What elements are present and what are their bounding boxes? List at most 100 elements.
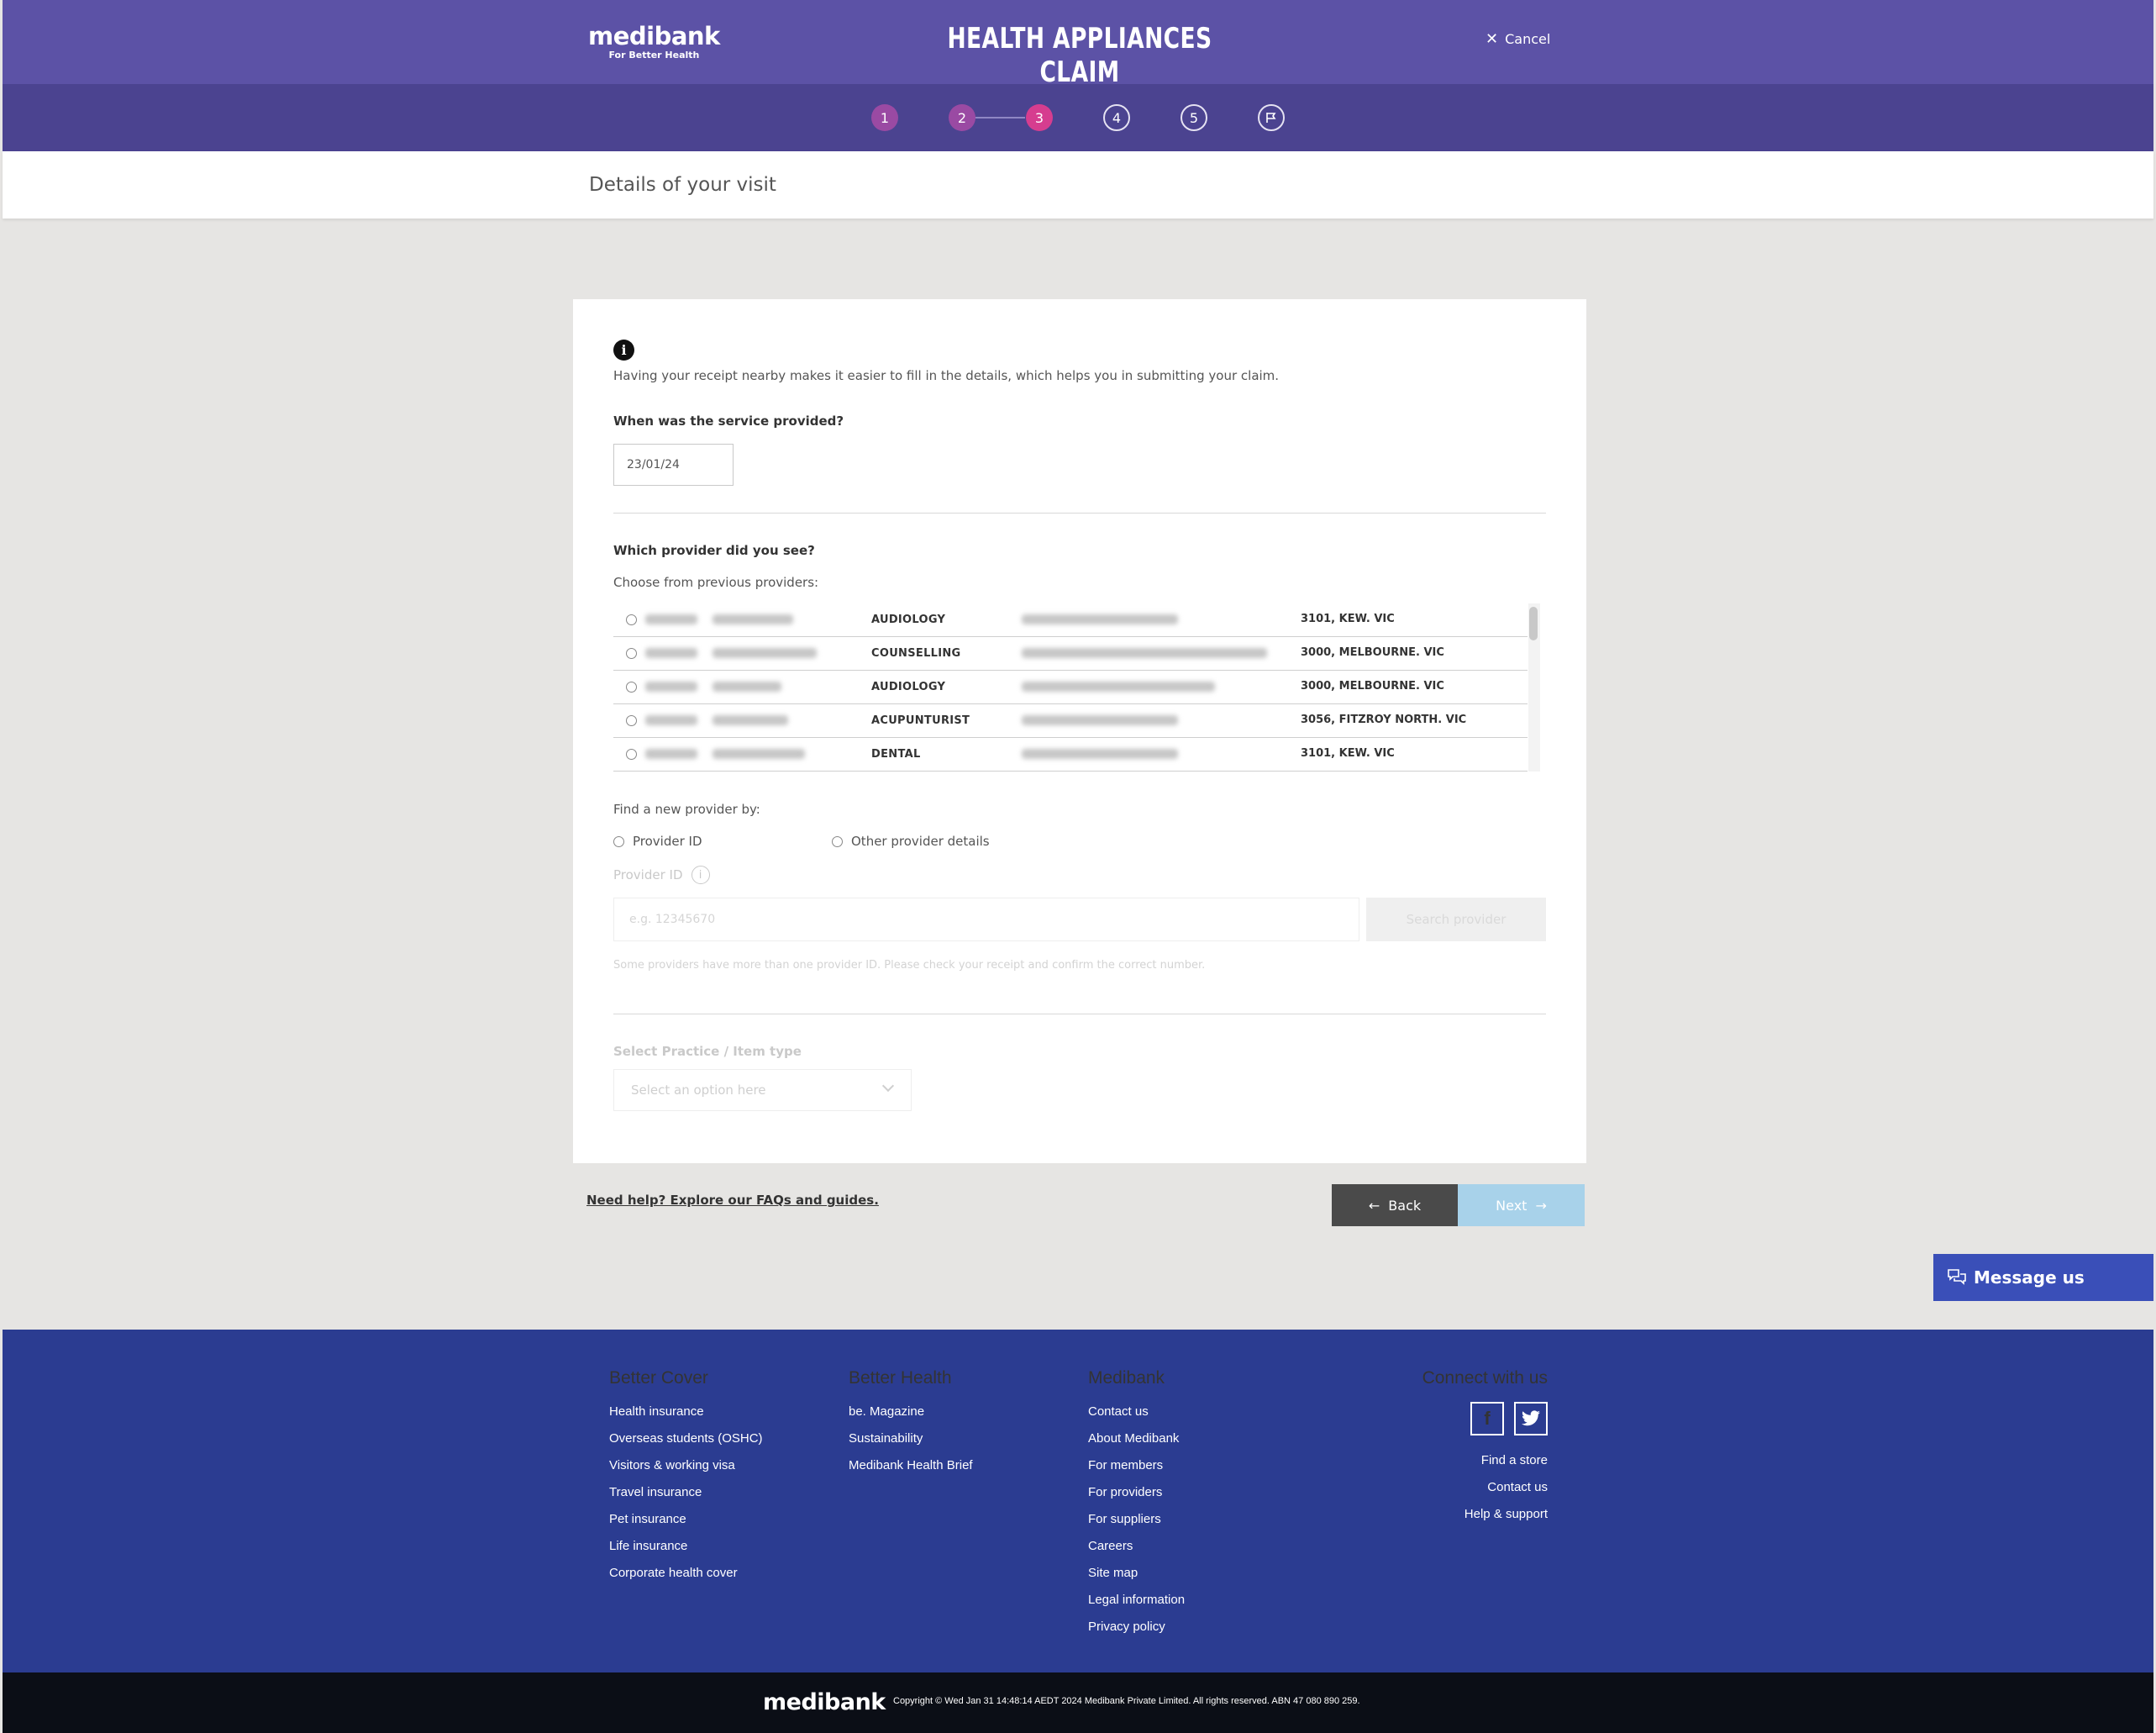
redacted-provider-id: [645, 648, 697, 658]
provider-radio[interactable]: [626, 749, 637, 760]
divider: [613, 513, 1546, 514]
back-button[interactable]: ← Back: [1332, 1184, 1458, 1226]
footer-link[interactable]: For members: [1088, 1452, 1185, 1479]
footer-heading: Medibank: [1088, 1368, 1165, 1388]
footer-link[interactable]: Corporate health cover: [609, 1560, 763, 1587]
redacted-provider-address: [1022, 682, 1215, 692]
redacted-provider-name: [713, 715, 788, 725]
provider-id-note: Some providers have more than one provid…: [613, 959, 1206, 972]
step-2[interactable]: 2: [949, 104, 975, 131]
provider-type: COUNSELLING: [871, 647, 961, 660]
other-details-option[interactable]: Other provider details: [832, 834, 990, 849]
step-3: 3: [1026, 104, 1053, 131]
footer-link[interactable]: Health insurance: [609, 1399, 763, 1425]
provider-row[interactable]: AUDIOLOGY 3101, KEW. VIC: [613, 603, 1528, 637]
provider-location: 3000, MELBOURNE. VIC: [1301, 646, 1444, 659]
faq-help-link[interactable]: Need help? Explore our FAQs and guides.: [586, 1193, 879, 1208]
redacted-provider-id: [645, 614, 697, 624]
provider-row[interactable]: AUDIOLOGY 3000, MELBOURNE. VIC: [613, 671, 1528, 704]
footer-link[interactable]: Pet insurance: [609, 1506, 763, 1533]
provider-id-radio[interactable]: [613, 835, 624, 847]
footer-link[interactable]: Contact us: [1088, 1399, 1185, 1425]
practice-type-select[interactable]: Select an option here: [613, 1069, 912, 1111]
info-icon: i: [613, 340, 634, 361]
previous-providers-list: AUDIOLOGY 3101, KEW. VIC COUNSELLING 300…: [613, 603, 1543, 772]
provider-radio[interactable]: [626, 715, 637, 726]
redacted-provider-name: [713, 614, 793, 624]
next-button[interactable]: Next →: [1458, 1184, 1585, 1226]
logo-wordmark: medibank: [588, 22, 720, 50]
site-footer: [3, 1330, 2153, 1672]
provider-id-field-label: Provider ID i: [613, 866, 710, 884]
footer-better-health: Better Health be. Magazine Sustainabilit…: [849, 1368, 973, 1479]
footer-link[interactable]: Find a store: [1395, 1447, 1548, 1474]
medibank-logo[interactable]: medibank For Better Health: [588, 24, 720, 61]
finish-flag-icon: [1258, 104, 1285, 131]
footer-link[interactable]: Overseas students (OSHC): [609, 1425, 763, 1452]
redacted-provider-address: [1022, 614, 1178, 624]
message-us-button[interactable]: Message us: [1933, 1254, 2153, 1301]
provider-id-label-text: Provider ID: [613, 867, 683, 882]
message-us-label: Message us: [1974, 1267, 2085, 1288]
redacted-provider-address: [1022, 648, 1267, 658]
service-date-input[interactable]: 23/01/24: [613, 444, 734, 486]
providers-scroll-thumb[interactable]: [1529, 607, 1538, 640]
provider-question-label: Which provider did you see?: [613, 543, 815, 558]
provider-radio[interactable]: [626, 682, 637, 693]
redacted-provider-id: [645, 749, 697, 759]
other-details-radio[interactable]: [832, 835, 843, 847]
subheader: [3, 151, 2153, 219]
info-icon[interactable]: i: [691, 866, 710, 884]
find-new-provider-label: Find a new provider by:: [613, 802, 760, 817]
provider-row[interactable]: DENTAL 3101, KEW. VIC: [613, 738, 1528, 772]
receipt-info-text: Having your receipt nearby makes it easi…: [613, 368, 1280, 383]
footer-logo: medibank: [763, 1689, 886, 1715]
search-provider-button[interactable]: Search provider: [1366, 898, 1546, 941]
arrow-right-icon: →: [1535, 1197, 1547, 1214]
provider-location: 3101, KEW. VIC: [1301, 613, 1395, 625]
footer-link[interactable]: For providers: [1088, 1479, 1185, 1506]
footer-link[interactable]: Site map: [1088, 1560, 1185, 1587]
footer-link[interactable]: Careers: [1088, 1533, 1185, 1560]
footer-link[interactable]: Travel insurance: [609, 1479, 763, 1506]
footer-link[interactable]: Help & support: [1395, 1501, 1548, 1528]
footer-link[interactable]: About Medibank: [1088, 1425, 1185, 1452]
provider-id-input[interactable]: e.g. 12345670: [613, 898, 1359, 941]
redacted-provider-name: [713, 648, 817, 658]
provider-id-option[interactable]: Provider ID: [613, 834, 702, 849]
close-icon: ✕: [1486, 30, 1499, 48]
page-title: HEALTH APPLIANCES CLAIM: [947, 22, 1212, 89]
cancel-button[interactable]: ✕ Cancel: [1486, 30, 1550, 48]
footer-link[interactable]: Life insurance: [609, 1533, 763, 1560]
step-1[interactable]: 1: [871, 104, 898, 131]
provider-type: AUDIOLOGY: [871, 614, 946, 626]
practice-type-placeholder: Select an option here: [631, 1082, 766, 1098]
facebook-icon[interactable]: f: [1470, 1402, 1504, 1435]
provider-row[interactable]: COUNSELLING 3000, MELBOURNE. VIC: [613, 637, 1528, 671]
footer-link[interactable]: Visitors & working visa: [609, 1452, 763, 1479]
provider-radio[interactable]: [626, 614, 637, 625]
footer-link[interactable]: Medibank Health Brief: [849, 1452, 973, 1479]
footer-link[interactable]: Sustainability: [849, 1425, 973, 1452]
chat-bubbles-icon: [1948, 1269, 1966, 1285]
footer-heading: Better Cover: [609, 1368, 708, 1388]
provider-radio[interactable]: [626, 648, 637, 659]
copyright-text: Copyright © Wed Jan 31 14:48:14 AEDT 202…: [893, 1696, 1360, 1706]
footer-link[interactable]: For suppliers: [1088, 1506, 1185, 1533]
footer-link[interactable]: Legal information: [1088, 1587, 1185, 1614]
provider-type: DENTAL: [871, 748, 921, 761]
back-label: Back: [1388, 1197, 1422, 1214]
footer-link[interactable]: Contact us: [1395, 1474, 1548, 1501]
provider-row[interactable]: ACUPUNTURIST 3056, FITZROY NORTH. VIC: [613, 704, 1528, 738]
twitter-icon[interactable]: [1514, 1402, 1548, 1435]
practice-type-label: Select Practice / Item type: [613, 1044, 802, 1059]
cancel-label: Cancel: [1505, 31, 1551, 47]
footer-link[interactable]: be. Magazine: [849, 1399, 973, 1425]
redacted-provider-name: [713, 749, 805, 759]
provider-location: 3000, MELBOURNE. VIC: [1301, 680, 1444, 693]
progress-stepper: [3, 84, 2153, 151]
footer-heading: Better Health: [849, 1368, 952, 1388]
chevron-down-icon: [881, 1079, 895, 1093]
section-title: Details of your visit: [589, 174, 776, 196]
footer-link[interactable]: Privacy policy: [1088, 1614, 1185, 1641]
